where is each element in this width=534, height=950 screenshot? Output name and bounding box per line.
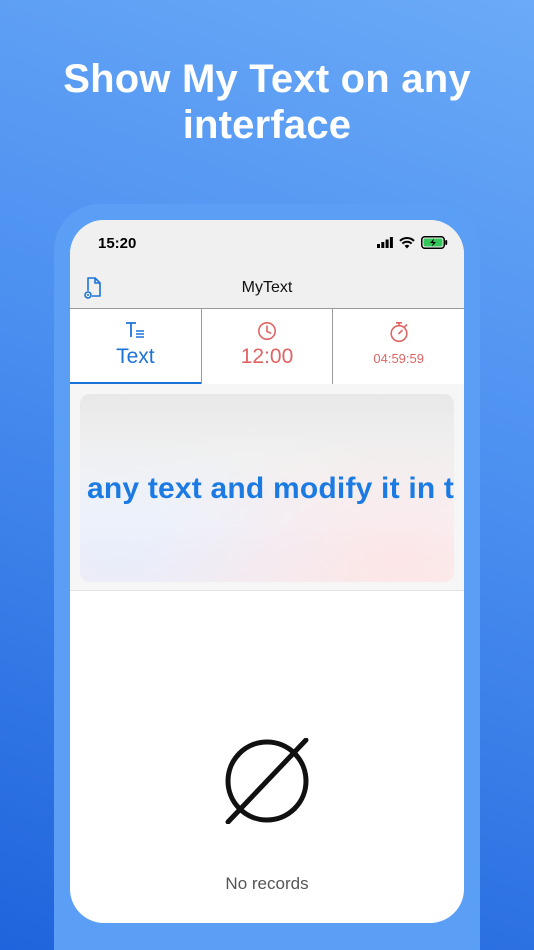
tab-timer-label: 04:59:59 [373,351,424,366]
empty-state-label: No records [225,874,309,893]
promo-headline-line1: Show My Text on any [63,57,471,101]
promo-headline-line2: interface [182,103,352,147]
tab-bar: Text 12:00 04:59:59 [70,308,464,386]
nav-bar: MyText [70,268,464,308]
preview-area: any text and modify it in th [70,384,464,591]
tab-timer[interactable]: 04:59:59 [333,309,464,385]
text-format-icon [126,322,145,338]
status-icons [377,236,448,249]
tab-text-label: Text [116,345,155,368]
battery-charging-icon [421,236,448,249]
text-preview-card[interactable]: any text and modify it in th [80,394,454,582]
clock-icon [258,322,276,340]
phone-screen: 15:20 MyText Text 12:00 04:59:59 any tex… [70,220,464,923]
promo-headline: Show My Text on any interface [0,56,534,148]
status-time: 15:20 [98,235,137,252]
tab-clock-label: 12:00 [240,345,294,368]
empty-set-icon [225,738,309,824]
wifi-icon [399,236,415,248]
nav-title: MyText [241,279,293,296]
tab-text[interactable]: Text [70,309,202,386]
status-bar: 15:20 [70,220,464,268]
tab-clock[interactable]: 12:00 [202,309,334,385]
scrolling-text: any text and modify it in th [87,472,454,505]
signal-icon [377,237,393,248]
stopwatch-icon [390,322,408,343]
